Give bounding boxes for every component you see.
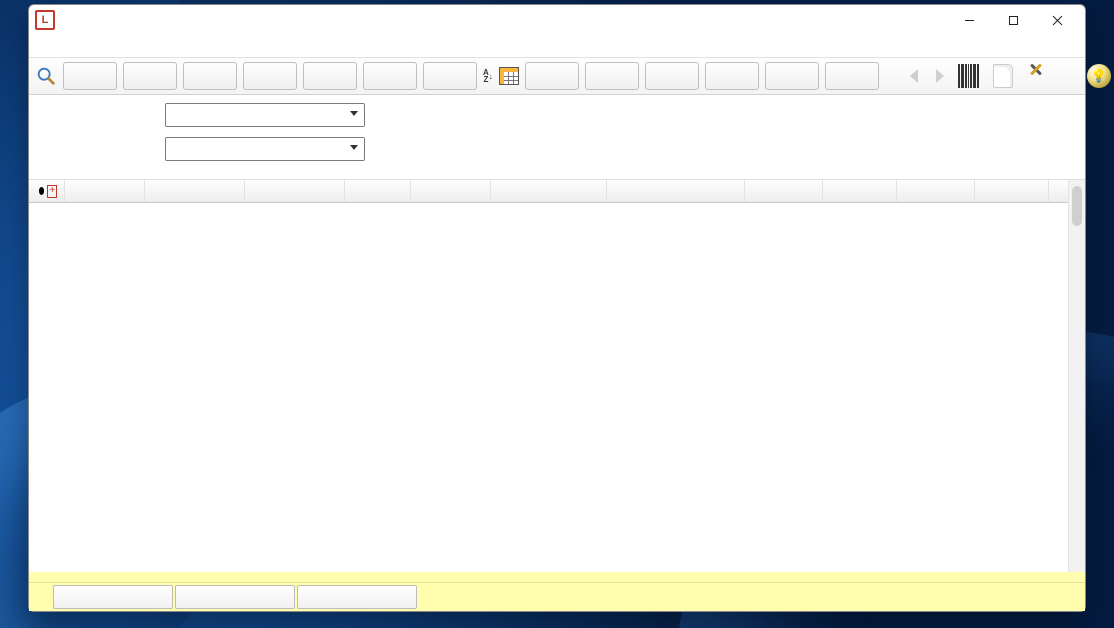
tb-csharp[interactable] xyxy=(423,62,477,90)
menu-file[interactable] xyxy=(37,43,55,49)
tb-all[interactable] xyxy=(63,62,117,90)
tb-ch[interactable] xyxy=(183,62,237,90)
tab-worksheet[interactable] xyxy=(53,585,173,609)
tab-focus[interactable] xyxy=(175,585,295,609)
vertical-scrollbar[interactable] xyxy=(1068,180,1085,572)
minimize-button[interactable] xyxy=(947,6,991,34)
table-body xyxy=(29,203,1085,572)
th-load[interactable] xyxy=(345,180,411,202)
menu-edit[interactable] xyxy=(55,43,73,49)
tools-icon[interactable] xyxy=(1025,64,1049,88)
menu-setup[interactable] xyxy=(127,43,145,49)
th-unit[interactable] xyxy=(245,180,345,202)
tb2-ckt[interactable] xyxy=(765,62,819,90)
th-address[interactable] xyxy=(897,180,975,202)
search-icon[interactable] xyxy=(35,64,57,88)
th-gobo[interactable] xyxy=(607,180,745,202)
tb-ckt[interactable] xyxy=(363,62,417,90)
divider-bar xyxy=(29,572,1085,582)
toolbar: AZ↓ 💡 V xyxy=(29,57,1085,95)
bottom-bar xyxy=(29,582,1085,611)
tb2-csharp[interactable] xyxy=(825,62,879,90)
menu-window[interactable] xyxy=(145,43,163,49)
maximize-button[interactable] xyxy=(991,6,1035,34)
menu-utilities[interactable] xyxy=(91,43,109,49)
th-purpose[interactable] xyxy=(745,180,823,202)
tb2-dm[interactable] xyxy=(705,62,759,90)
nav-next-icon[interactable] xyxy=(927,64,951,88)
filter-bar xyxy=(29,95,1085,179)
th-channel[interactable] xyxy=(975,180,1049,202)
th-color[interactable] xyxy=(491,180,607,202)
tb-pos[interactable] xyxy=(123,62,177,90)
sort-combo[interactable] xyxy=(165,137,365,161)
app-window: L xyxy=(28,4,1086,612)
th-insttype[interactable] xyxy=(65,180,145,202)
app-icon: L xyxy=(35,10,55,30)
grid-icon[interactable] xyxy=(499,64,519,88)
menubar xyxy=(29,35,1085,57)
tb2-adr[interactable] xyxy=(645,62,699,90)
menu-help[interactable] xyxy=(163,43,181,49)
tb2-pos[interactable] xyxy=(525,62,579,90)
titlebar[interactable]: L xyxy=(29,5,1085,35)
new-sheet-icon[interactable] xyxy=(991,64,1015,88)
tb-adr[interactable] xyxy=(243,62,297,90)
table-header: + xyxy=(29,180,1085,203)
tb-dm[interactable] xyxy=(303,62,357,90)
barcode-icon[interactable] xyxy=(957,64,981,88)
th-dimmer[interactable] xyxy=(823,180,897,202)
bulb-icon[interactable]: 💡 xyxy=(1087,64,1111,88)
expand-icon[interactable]: + xyxy=(47,185,57,198)
sort-az-icon[interactable]: AZ↓ xyxy=(483,64,493,88)
row-bullet-icon xyxy=(39,187,44,195)
tb2-ch[interactable] xyxy=(585,62,639,90)
view-combo[interactable] xyxy=(165,103,365,127)
nav-prev-icon[interactable] xyxy=(903,64,927,88)
th-position[interactable] xyxy=(145,180,245,202)
tab-layout[interactable] xyxy=(297,585,417,609)
menu-maintenance[interactable] xyxy=(109,43,127,49)
table: + xyxy=(29,179,1085,572)
menu-worksheet[interactable] xyxy=(73,43,91,49)
close-button[interactable] xyxy=(1035,6,1079,34)
th-accessory[interactable] xyxy=(411,180,491,202)
